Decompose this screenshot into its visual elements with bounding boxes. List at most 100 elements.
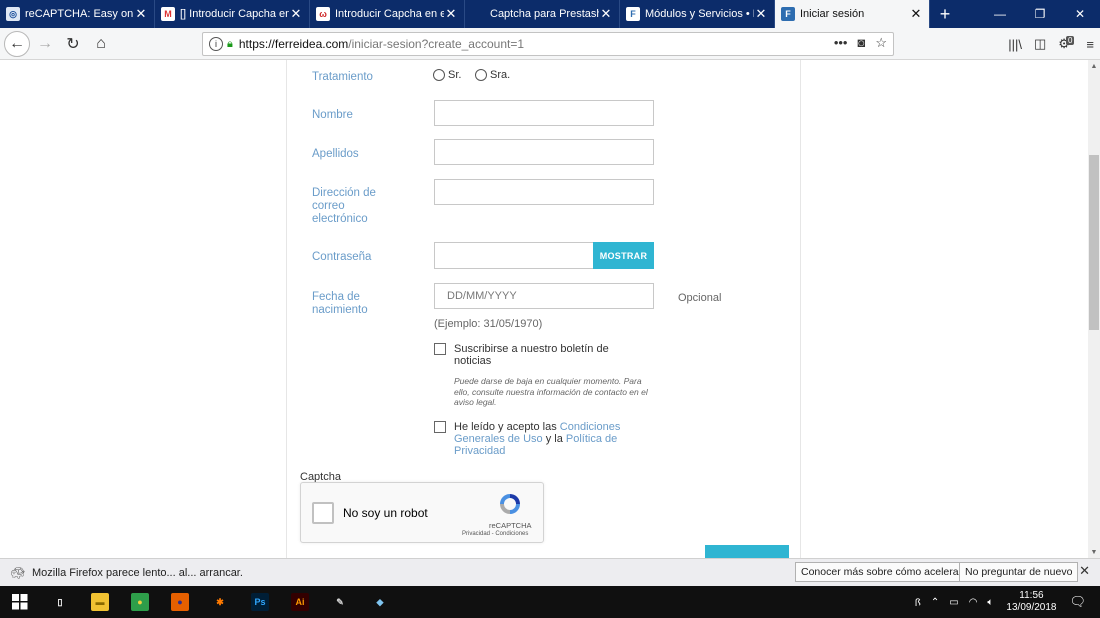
- taskbar: ▯ ▬ ● ● ✱ Ps Ai ✎ ◆ ꟗ ⌃ ▭ ◠ 🔈︎ 11:56 13/09/2018 …: [0, 586, 1100, 618]
- page-content: Tratamiento Sr. Sra. Nombre Apellidos Di…: [0, 60, 1088, 558]
- taskbar-app[interactable]: ▬: [80, 586, 120, 618]
- newsletter-label: Suscribirse a nuestro boletín de noticia…: [454, 343, 609, 367]
- home-button[interactable]: ⌂: [88, 31, 114, 57]
- tab-title: Introducir Capcha en el f: [335, 8, 444, 20]
- browser-tab[interactable]: F Iniciar sesión ✕: [775, 0, 930, 28]
- tab-title: reCAPTCHA: Easy on Hu: [25, 8, 134, 20]
- taskbar-app[interactable]: Ps: [240, 586, 280, 618]
- sidebar-icon[interactable]: ◫: [1034, 36, 1046, 52]
- apellidos-input[interactable]: [434, 139, 654, 165]
- minimize-icon[interactable]: —: [980, 0, 1020, 28]
- browser-tab[interactable]: ◎ reCAPTCHA: Easy on Hu✕: [0, 0, 155, 28]
- reload-icon: ↻: [66, 35, 80, 53]
- dont-ask-button[interactable]: No preguntar de nuevo: [959, 562, 1079, 582]
- recaptcha-text: No soy un robot: [343, 506, 428, 520]
- bookmark-star-icon[interactable]: ☆: [875, 35, 887, 51]
- pocket-icon[interactable]: ◙: [857, 35, 865, 51]
- browser-tab[interactable]: M [] Introducir Capcha en e ✕: [155, 0, 310, 28]
- newsletter-checkbox[interactable]: [434, 343, 446, 355]
- radio-sr-label: Sr.: [448, 69, 462, 81]
- back-button[interactable]: ←: [4, 30, 30, 57]
- volume-icon[interactable]: 🔈︎: [987, 597, 993, 608]
- notification-bar: 🐢︎ Mozilla Firefox parece lento... al...…: [0, 558, 1100, 586]
- taskbar-app[interactable]: Ai: [280, 586, 320, 618]
- tab-close-icon[interactable]: ✕: [909, 6, 923, 22]
- tab-close-icon[interactable]: ✕: [599, 6, 613, 22]
- page-scrollbar[interactable]: ▲ ▼: [1088, 60, 1100, 558]
- close-window-icon[interactable]: ✕: [1060, 0, 1100, 28]
- radio-sra[interactable]: Sra.: [475, 69, 510, 81]
- tab-favicon-icon: M: [161, 7, 175, 21]
- tab-close-icon[interactable]: ✕: [289, 6, 303, 22]
- password-label: Contraseña: [312, 251, 372, 263]
- scroll-down-icon[interactable]: ▼: [1088, 546, 1100, 558]
- tab-close-icon[interactable]: ✕: [754, 6, 768, 22]
- tab-title: Captcha para Prestashop 1.7: [490, 8, 599, 20]
- submit-button[interactable]: [705, 545, 789, 558]
- browser-tab[interactable]: F Módulos y Servicios • FE✕: [620, 0, 775, 28]
- info-icon[interactable]: i: [209, 37, 223, 51]
- start-button[interactable]: [0, 586, 40, 618]
- email-input[interactable]: [434, 179, 654, 205]
- battery-icon[interactable]: ▭: [949, 597, 958, 608]
- reload-button[interactable]: ↻: [60, 31, 86, 57]
- extension-icon[interactable]: ⚙0: [1058, 36, 1075, 52]
- menu-icon[interactable]: ≡: [1086, 37, 1094, 52]
- apellidos-label: Apellidos: [312, 148, 359, 160]
- notifications-icon[interactable]: 🗨︎: [1069, 594, 1086, 610]
- browser-tab[interactable]: ω Introducir Capcha en el f ✕: [310, 0, 465, 28]
- tab-favicon-icon: [471, 7, 485, 21]
- birthdate-example: (Ejemplo: 31/05/1970): [434, 318, 543, 330]
- optional-label: Opcional: [678, 292, 722, 304]
- recaptcha-checkbox[interactable]: [312, 502, 334, 524]
- terms-prefix: He leído y acepto las: [454, 421, 560, 433]
- forward-button[interactable]: →: [32, 31, 58, 57]
- recaptcha-terms[interactable]: Privacidad - Condiciones: [462, 531, 528, 537]
- back-arrow-icon: ←: [9, 34, 25, 52]
- restore-icon[interactable]: ❐: [1020, 0, 1060, 28]
- tab-close-icon[interactable]: ✕: [444, 6, 458, 22]
- email-label: Dirección de correo electrónico: [312, 187, 376, 225]
- terms-label: He leído y acepto las Condiciones Genera…: [454, 421, 644, 457]
- tab-title: Módulos y Servicios • FE: [645, 8, 754, 20]
- extension-badge: 0: [1065, 36, 1075, 45]
- home-icon: ⌂: [96, 34, 106, 52]
- radio-sr[interactable]: Sr.: [433, 69, 461, 81]
- browser-tab[interactable]: Captcha para Prestashop 1.7✕: [465, 0, 620, 28]
- notification-message: Mozilla Firefox parece lento... al... ar…: [32, 566, 243, 579]
- birthdate-label: Fecha de nacimiento: [312, 291, 368, 316]
- app-icon: ◆: [376, 596, 384, 607]
- terms-checkbox[interactable]: [434, 421, 446, 433]
- newsletter-note: Puede darse de baja en cualquier momento…: [454, 376, 648, 407]
- windows-icon: [12, 594, 28, 610]
- clock[interactable]: 11:56 13/09/2018: [1006, 590, 1056, 614]
- radio-circle[interactable]: [475, 69, 487, 81]
- taskbar-app[interactable]: ✱: [200, 586, 240, 618]
- wifi-icon[interactable]: ◠: [969, 597, 978, 608]
- learn-more-button[interactable]: Conocer más sobre cómo acelerar: [795, 562, 969, 582]
- tab-close-icon[interactable]: ✕: [134, 6, 148, 22]
- taskbar-app[interactable]: ◆: [360, 586, 400, 618]
- url-bar[interactable]: i 🔒︎ https://ferreidea.com/iniciar-sesio…: [202, 32, 894, 56]
- taskbar-app[interactable]: ✎: [320, 586, 360, 618]
- turtle-icon: 🐢︎: [10, 565, 26, 580]
- taskbar-app[interactable]: ●: [120, 586, 160, 618]
- taskbar-app[interactable]: ●: [160, 586, 200, 618]
- avast-icon: ✱: [216, 596, 224, 607]
- library-icon[interactable]: |||\: [1008, 37, 1022, 52]
- scroll-thumb[interactable]: [1089, 155, 1099, 330]
- page-actions-icon[interactable]: •••: [834, 35, 848, 51]
- password-input[interactable]: [434, 242, 594, 269]
- scroll-up-icon[interactable]: ▲: [1088, 60, 1100, 72]
- nombre-input[interactable]: [434, 100, 654, 126]
- recaptcha-logo-icon: [500, 494, 520, 514]
- birthdate-input[interactable]: [434, 283, 654, 309]
- clock-date: 13/09/2018: [1006, 602, 1057, 613]
- taskbar-app[interactable]: ▯: [40, 586, 80, 618]
- close-icon[interactable]: ✕: [1079, 563, 1090, 579]
- new-tab-button[interactable]: +: [930, 0, 960, 28]
- chevron-up-icon[interactable]: ⌃: [931, 597, 939, 608]
- show-password-button[interactable]: MOSTRAR: [593, 242, 654, 269]
- people-icon[interactable]: ꟗ: [915, 595, 921, 609]
- radio-circle[interactable]: [433, 69, 445, 81]
